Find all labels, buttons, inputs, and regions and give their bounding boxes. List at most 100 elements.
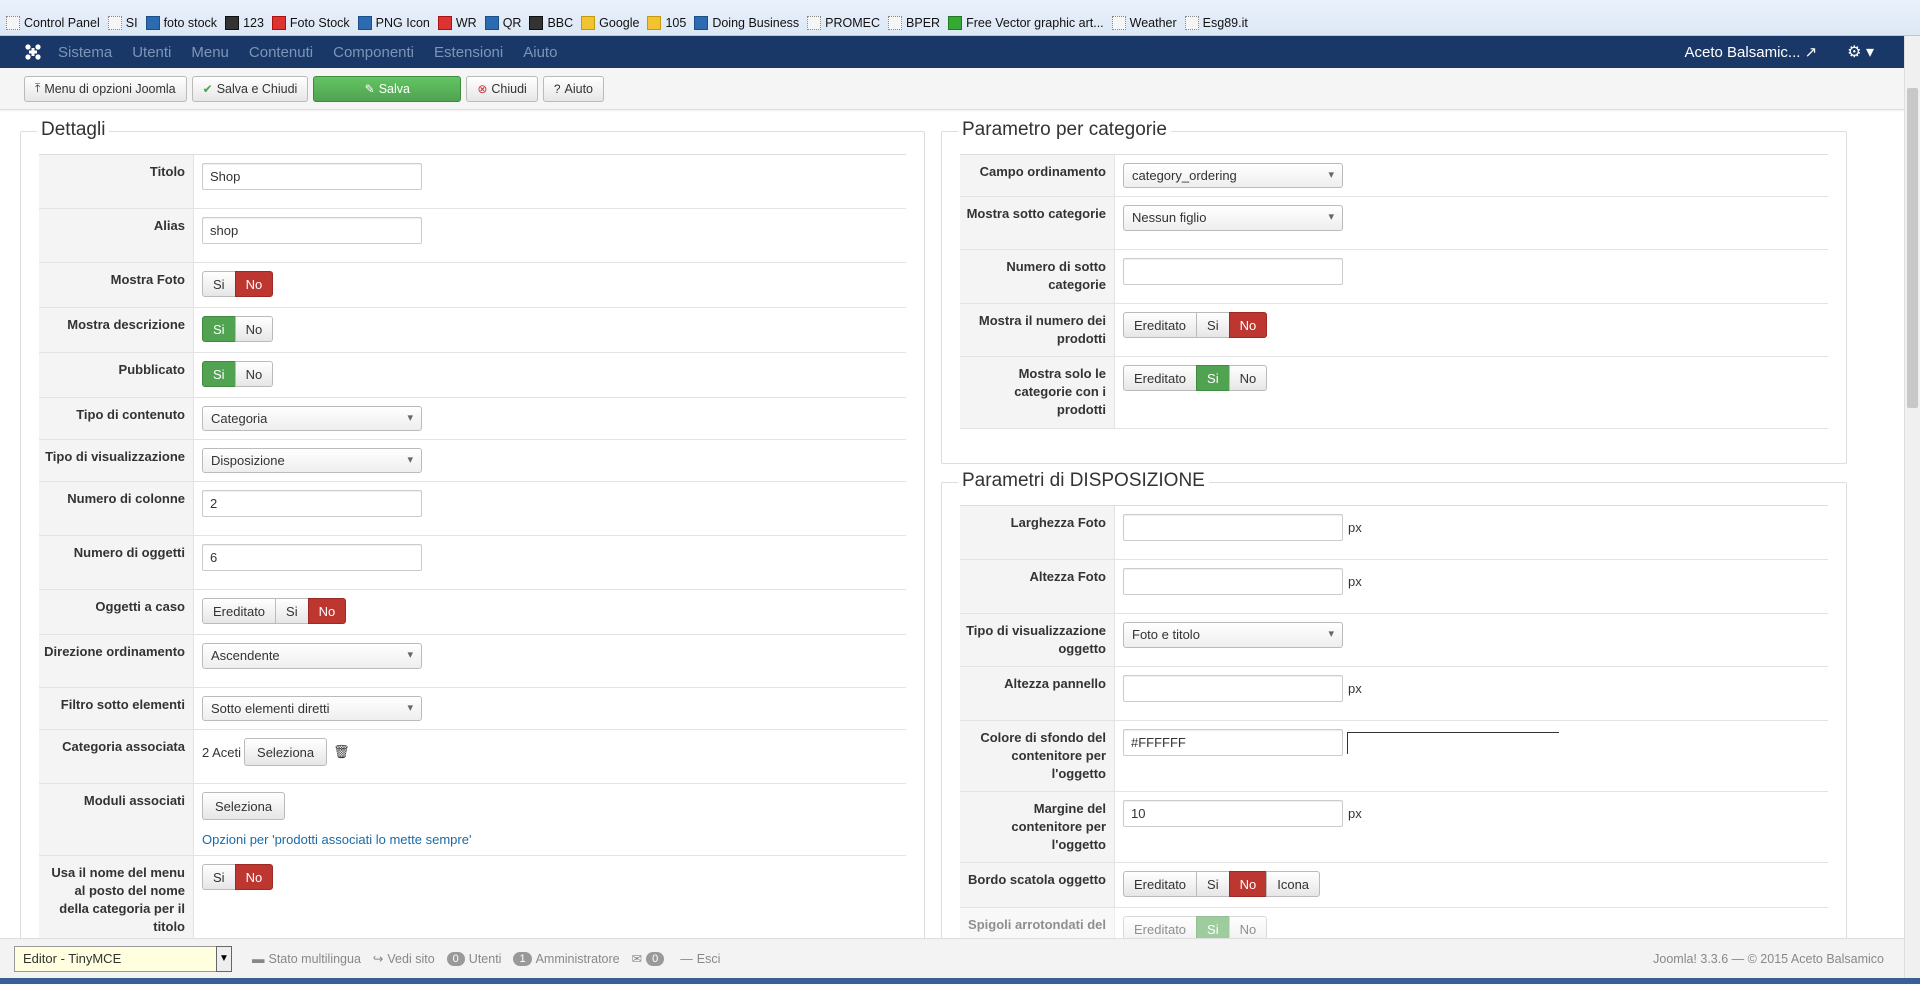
pubblicato-si[interactable]: Si [202, 361, 236, 387]
titolo-input[interactable] [202, 163, 422, 190]
tipo-contenuto-select[interactable]: Categoria [202, 406, 422, 431]
site-icon [647, 16, 662, 30]
mostra-foto-no[interactable]: No [234, 271, 274, 297]
bordo-scatola-no[interactable]: No [1228, 871, 1268, 897]
close-button[interactable]: ⊗ Chiudi [466, 75, 538, 102]
mostra-sotto-categorie-select[interactable]: Nessun figlio [1123, 205, 1343, 231]
mostra-foto-si[interactable]: Si [202, 271, 236, 297]
bookmark-foto-stock[interactable]: foto stock [145, 16, 217, 30]
save-button[interactable]: ✎ Salva [313, 75, 462, 102]
joomla-logo-icon[interactable] [24, 43, 42, 61]
spigoli-arrotondati-ereditato[interactable]: Ereditato [1123, 916, 1198, 938]
site-link[interactable]: Aceto Balsamic... ↗ [1685, 43, 1818, 61]
direzione-ordinamento-select[interactable]: Ascendente [202, 643, 422, 669]
bookmark-qr[interactable]: QR [484, 16, 521, 30]
bordo-scatola-toggle: Ereditato Si No Icona [1123, 871, 1820, 897]
mostra-numero-prodotti-no[interactable]: No [1228, 312, 1268, 338]
view-site-link[interactable]: ↪ Vedi sito [373, 951, 435, 967]
nav-utenti[interactable]: Utenti [132, 44, 171, 61]
bookmark-control-panel[interactable]: Control Panel [6, 16, 100, 30]
numero-oggetti-input[interactable] [202, 544, 422, 571]
admin-status[interactable]: 1 Amministratore [513, 951, 620, 966]
bookmark-si[interactable]: SI [107, 16, 138, 30]
row-direzione-ordinamento: Direzione ordinamento Ascendente [39, 635, 906, 688]
oggetti-a-caso-si[interactable]: Si [275, 598, 309, 624]
moduli-options-link[interactable]: Opzioni per 'prodotti associati lo mette… [202, 832, 898, 847]
messages-status[interactable]: ✉ 0 [632, 951, 669, 966]
bookmark-bper[interactable]: BPER [888, 16, 940, 30]
bookmark-free-vector[interactable]: Free Vector graphic art... [948, 16, 1104, 30]
nav-sistema[interactable]: Sistema [58, 44, 112, 61]
bookmark-foto-stock-2[interactable]: Foto Stock [271, 16, 350, 30]
numero-sotto-categorie-input[interactable] [1123, 258, 1343, 285]
bookmark-105[interactable]: 105 [647, 16, 686, 30]
usa-nome-menu-no[interactable]: No [234, 864, 274, 890]
campo-ordinamento-select[interactable]: category_ordering [1123, 163, 1343, 188]
main-content: Dettagli Titolo Alias Mostra Foto Si No … [0, 110, 1904, 938]
mostra-descrizione-no[interactable]: No [234, 316, 274, 342]
tipo-visualizzazione-oggetto-select[interactable]: Foto e titolo [1123, 622, 1343, 648]
altezza-pannello-input[interactable] [1123, 675, 1343, 702]
bordo-scatola-icona[interactable]: Icona [1266, 871, 1321, 897]
bookmark-doing-business[interactable]: Doing Business [694, 16, 799, 30]
usa-nome-menu-si[interactable]: Si [202, 864, 236, 890]
nav-aiuto[interactable]: Aiuto [523, 44, 557, 61]
editor-select[interactable]: Editor - TinyMCE ▼ [14, 945, 232, 972]
mostra-solo-categorie-no[interactable]: No [1228, 365, 1268, 391]
mostra-numero-prodotti-ereditato[interactable]: Ereditato [1123, 312, 1198, 338]
row-filtro-sotto-elementi: Filtro sotto elementi Sotto elementi dir… [39, 688, 906, 730]
nav-componenti[interactable]: Componenti [333, 44, 414, 61]
scrollbar-thumb[interactable] [1907, 88, 1918, 408]
colore-sfondo-input[interactable] [1123, 729, 1343, 756]
margine-contenitore-input[interactable] [1123, 800, 1343, 827]
save-close-button[interactable]: ✔ Salva e Chiudi [191, 75, 309, 102]
mostra-solo-categorie-ereditato[interactable]: Ereditato [1123, 365, 1198, 391]
help-button[interactable]: ? Aiuto [542, 75, 604, 102]
color-swatch[interactable] [1347, 731, 1559, 754]
bookmark-123[interactable]: 123 [225, 16, 264, 30]
bookmark-promec[interactable]: PROMEC [807, 16, 880, 30]
tipo-visualizzazione-select[interactable]: Disposizione [202, 448, 422, 473]
mostra-solo-categorie-si[interactable]: Si [1196, 365, 1230, 391]
spigoli-arrotondati-no[interactable]: No [1228, 916, 1268, 938]
larghezza-foto-input[interactable] [1123, 514, 1343, 541]
row-margine-contenitore: Margine del contenitore per l'oggetto px [960, 792, 1828, 863]
bookmark-bbc[interactable]: BBC [529, 16, 573, 30]
categoria-seleziona-button[interactable]: Seleziona [244, 738, 328, 766]
pubblicato-no[interactable]: No [234, 361, 274, 387]
mostra-descrizione-si[interactable]: Si [202, 316, 236, 342]
bookmark-esg89[interactable]: Esg89.it [1184, 16, 1248, 30]
mostra-numero-prodotti-si[interactable]: Si [1196, 312, 1230, 338]
bordo-scatola-ereditato[interactable]: Ereditato [1123, 871, 1198, 897]
bookmark-weather[interactable]: Weather [1111, 16, 1177, 30]
globe-icon [1184, 16, 1199, 30]
version-footer: Joomla! 3.3.6 — © 2015 Aceto Balsamico [1653, 951, 1884, 966]
question-icon: ? [553, 81, 561, 96]
filtro-sotto-elementi-select[interactable]: Sotto elementi diretti [202, 696, 422, 721]
gear-icon[interactable]: ⚙ ▾ [1847, 42, 1874, 62]
bordo-scatola-si[interactable]: Si [1196, 871, 1230, 897]
moduli-seleziona-button[interactable]: Seleziona [202, 792, 286, 820]
oggetti-a-caso-ereditato[interactable]: Ereditato [202, 598, 277, 624]
logout-link[interactable]: — Esci [680, 952, 720, 966]
bookmark-png-icon[interactable]: PNG Icon [357, 16, 430, 30]
multilingual-status[interactable]: ▬ Stato multilingua [252, 952, 361, 966]
bookmark-wr[interactable]: WR [437, 16, 477, 30]
altezza-foto-input[interactable] [1123, 568, 1343, 595]
numero-colonne-input[interactable] [202, 490, 422, 517]
spigoli-arrotondati-si[interactable]: Si [1196, 916, 1230, 938]
nav-estensioni[interactable]: Estensioni [434, 44, 503, 61]
messages-badge: 0 [646, 951, 665, 966]
row-numero-colonne: Numero di colonne [39, 482, 906, 536]
users-status[interactable]: 0 Utenti [446, 951, 501, 966]
trash-icon[interactable]: 🗑 [333, 744, 350, 760]
options-button[interactable]: ⤒ Menu di opzioni Joomla [24, 75, 187, 102]
alias-input[interactable] [202, 217, 422, 244]
layout-params-panel: Parametri di DISPOSIZIONE Larghezza Foto… [941, 470, 1847, 938]
bookmark-google[interactable]: Google [581, 16, 639, 30]
oggetti-a-caso-no[interactable]: No [307, 598, 347, 624]
nav-menu[interactable]: Menu [191, 44, 229, 61]
dropdown-arrow-icon[interactable]: ▼ [216, 945, 232, 972]
nav-contenuti[interactable]: Contenuti [249, 44, 313, 61]
page-scrollbar[interactable] [1904, 36, 1920, 978]
